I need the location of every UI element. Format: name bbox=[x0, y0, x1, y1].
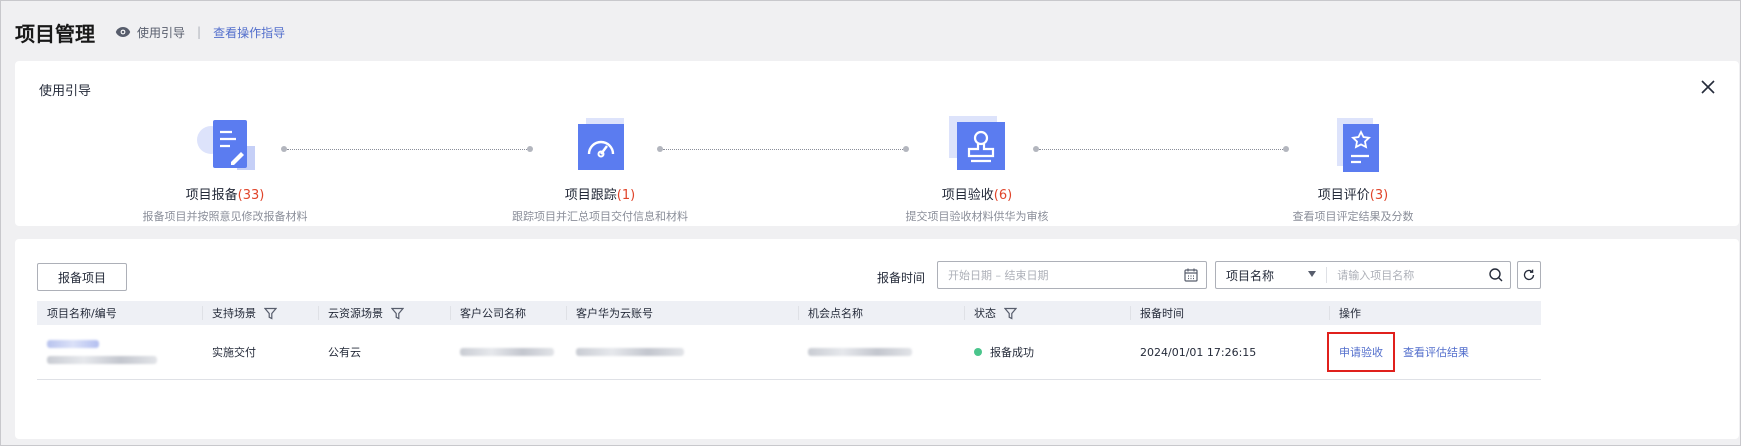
search-input[interactable] bbox=[1327, 268, 1483, 282]
column-header-label: 支持场景 bbox=[212, 307, 256, 320]
guide-step-desc: 提交项目验收材料供华为审核 bbox=[905, 210, 1049, 223]
project-table: 项目名称/编号 支持场景 云资源场景 客户公司名称 客户华为云账号 机会点名称 … bbox=[37, 301, 1541, 380]
column-header-label: 云资源场景 bbox=[328, 307, 383, 320]
guide-card: 使用引导 项目报备(33) 报备项目并按照意见修改报备材料 项目跟踪(1) 跟踪… bbox=[15, 61, 1739, 226]
actions-cell: 申请验收 查看评估结果 bbox=[1327, 325, 1541, 379]
status-text: 报备成功 bbox=[990, 346, 1034, 359]
page-header: 项目管理 使用引导 | 查看操作指导 bbox=[15, 15, 285, 49]
view-evaluation-link[interactable]: 查看评估结果 bbox=[1403, 344, 1469, 360]
company-redacted bbox=[460, 348, 554, 356]
project-id-redacted bbox=[47, 356, 157, 364]
column-header-status: 状态 bbox=[964, 301, 1130, 325]
project-name-redacted[interactable] bbox=[47, 340, 99, 348]
column-header-name: 项目名称/编号 bbox=[47, 307, 117, 320]
opportunity-cell bbox=[798, 325, 964, 379]
guide-toggle-label: 使用引导 bbox=[137, 25, 186, 40]
guide-title: 使用引导 bbox=[39, 84, 92, 99]
date-range-placeholder: 开始日期 – 结束日期 bbox=[948, 269, 1049, 282]
guide-step-label: 项目评价(3) bbox=[1317, 188, 1389, 203]
scenario-cell: 实施交付 bbox=[212, 346, 256, 359]
table-row: 实施交付 公有云 报备成功 2024/01/01 17:26:15 申请验收 查… bbox=[37, 325, 1541, 380]
header-divider: | bbox=[197, 25, 202, 39]
column-header-time: 报备时间 bbox=[1130, 301, 1329, 325]
help-link[interactable]: 查看操作指导 bbox=[213, 24, 285, 41]
caret-down-icon bbox=[1308, 271, 1317, 277]
column-header-company: 客户公司名称 bbox=[450, 301, 566, 325]
column-header-cloud-scenario: 云资源场景 bbox=[318, 301, 450, 325]
add-project-button[interactable]: 报备项目 bbox=[37, 263, 127, 291]
report-time-label: 报备时间 bbox=[877, 271, 926, 285]
status-cell: 报备成功 bbox=[964, 325, 1130, 379]
project-name-cell bbox=[37, 325, 202, 379]
project-list-card: 报备项目 报备时间 开始日期 – 结束日期 项目名称 项目名称/编 bbox=[15, 239, 1739, 439]
guide-toggle[interactable]: 使用引导 bbox=[115, 24, 185, 41]
guide-step-label: 项目报备(33) bbox=[185, 188, 265, 203]
column-header-label: 状态 bbox=[974, 307, 996, 320]
search-group: 项目名称 bbox=[1215, 261, 1511, 289]
guide-step-track[interactable]: 项目跟踪(1) 跟踪项目并汇总项目交付信息和材料 bbox=[470, 116, 730, 224]
stamp-icon bbox=[947, 116, 1007, 176]
gauge-icon bbox=[570, 116, 630, 176]
apply-acceptance-link[interactable]: 申请验收 bbox=[1327, 332, 1395, 372]
refresh-button[interactable] bbox=[1517, 261, 1541, 289]
account-cell bbox=[566, 325, 798, 379]
company-cell bbox=[450, 325, 566, 379]
eye-icon bbox=[115, 27, 131, 37]
table-header: 项目名称/编号 支持场景 云资源场景 客户公司名称 客户华为云账号 机会点名称 … bbox=[37, 301, 1541, 325]
column-header-scenario: 支持场景 bbox=[202, 301, 318, 325]
guide-step-accept[interactable]: 项目验收(6) 提交项目验收材料供华为审核 bbox=[847, 116, 1107, 224]
filter-icon[interactable] bbox=[264, 307, 277, 320]
document-edit-icon bbox=[195, 116, 255, 176]
status-success-icon bbox=[974, 348, 982, 356]
account-redacted bbox=[576, 348, 684, 356]
search-button[interactable] bbox=[1482, 262, 1510, 288]
column-header-opportunity: 机会点名称 bbox=[798, 301, 964, 325]
close-icon[interactable] bbox=[1699, 78, 1717, 96]
star-document-icon bbox=[1323, 116, 1383, 176]
search-icon bbox=[1489, 268, 1503, 282]
page-title: 项目管理 bbox=[15, 21, 95, 46]
guide-step-label: 项目验收(6) bbox=[941, 188, 1013, 203]
filter-icon[interactable] bbox=[391, 307, 404, 320]
refresh-icon bbox=[1523, 269, 1535, 281]
guide-step-evaluate[interactable]: 项目评价(3) 查看项目评定结果及分数 bbox=[1223, 116, 1483, 224]
guide-step-desc: 查看项目评定结果及分数 bbox=[1292, 210, 1414, 223]
column-header-actions: 操作 bbox=[1329, 301, 1541, 325]
calendar-icon[interactable] bbox=[1184, 268, 1198, 282]
column-header-account: 客户华为云账号 bbox=[566, 301, 798, 325]
date-range-picker[interactable]: 开始日期 – 结束日期 bbox=[937, 261, 1207, 289]
search-field-value: 项目名称 bbox=[1226, 268, 1275, 283]
guide-step-desc: 报备项目并按照意见修改报备材料 bbox=[142, 210, 308, 223]
cloud-scenario-cell: 公有云 bbox=[328, 346, 361, 359]
search-field-select[interactable]: 项目名称 bbox=[1216, 267, 1328, 283]
guide-step-report[interactable]: 项目报备(33) 报备项目并按照意见修改报备材料 bbox=[95, 116, 355, 224]
guide-step-label: 项目跟踪(1) bbox=[564, 188, 636, 203]
opportunity-redacted bbox=[808, 348, 912, 356]
guide-step-desc: 跟踪项目并汇总项目交付信息和材料 bbox=[512, 210, 688, 223]
filter-icon[interactable] bbox=[1004, 307, 1017, 320]
time-cell: 2024/01/01 17:26:15 bbox=[1140, 345, 1257, 359]
